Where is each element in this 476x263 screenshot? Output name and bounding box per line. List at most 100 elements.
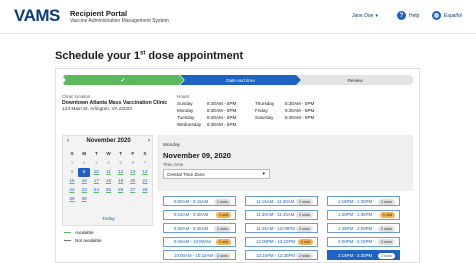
time-slot-label: 1:45PM - 2:00PM <box>338 225 373 231</box>
calendar-day[interactable]: 28 <box>139 186 151 195</box>
time-slot-button[interactable]: 9:30AM - 9:45AM 2 slots <box>163 223 236 233</box>
step-date-time: Date and time <box>180 75 301 85</box>
hours-row: Friday 8:30AM - 5PM <box>255 108 315 113</box>
time-slot-label: 9:15AM - 9:30AM <box>174 212 209 217</box>
calendar-header: ‹ November 2020 › <box>63 138 154 148</box>
time-slot-button[interactable]: 2:15PM - 2:30PM 2 slots <box>327 250 400 260</box>
calendar-day[interactable]: 12 <box>115 168 127 177</box>
legend-available: Available <box>64 230 94 235</box>
time-slot-label: 11:30AM - 11:45AM <box>256 212 295 217</box>
help-label: Help <box>409 12 420 19</box>
language-link[interactable]: ◍ Español <box>432 11 462 20</box>
chevron-down-icon: ▾ <box>375 13 378 19</box>
time-slot-button[interactable]: 12:15PM - 12:30PM 2 slots <box>245 250 318 260</box>
calendar-day[interactable]: 29 <box>66 195 78 204</box>
calendar-day[interactable]: 21 <box>139 177 151 186</box>
hours-row: Sunday 8:30AM - 5PM <box>177 101 237 106</box>
chevron-down-icon: ▾ <box>262 171 265 177</box>
time-slot-button[interactable]: 9:00AM - 9:15AM 2 slots <box>163 196 236 206</box>
calendar-day[interactable]: 10 <box>90 168 102 177</box>
checkmark-icon: ✓ <box>120 77 126 84</box>
time-slot-label: 9:45AM - 10:00AM <box>174 239 211 244</box>
date-calendar: ‹ November 2020 › S M T W T F S 1 2 3 4 5 6 7 8 9 10 11 12… <box>62 135 153 226</box>
user-menu[interactable]: Jane Doe ▾ <box>352 13 378 19</box>
selected-date-panel <box>157 135 413 191</box>
chevron-left-icon[interactable]: ‹ <box>67 138 69 144</box>
calendar-day[interactable]: 30 <box>78 195 90 204</box>
calendar-day[interactable]: 19 <box>115 177 127 186</box>
calendar-day[interactable]: 16 <box>78 177 90 186</box>
calendar-empty-cell <box>139 195 151 204</box>
calendar-day: 5 <box>119 160 122 165</box>
calendar-day[interactable]: 27 <box>127 186 139 195</box>
hours-row: Wednesday 8:30AM - 5PM <box>177 122 237 127</box>
selected-weekday: Monday <box>163 143 181 148</box>
weekday-header: S <box>143 151 147 156</box>
calendar-empty-cell <box>115 195 127 204</box>
timezone-select[interactable]: Central Time Zone ▾ <box>163 169 270 179</box>
calendar-grid: S M T W T F S 1 2 3 4 5 6 7 8 9 10 11 12 13 14 15 16 17 18 19 20 21… <box>66 150 151 204</box>
user-name: Jane Doe <box>352 13 374 19</box>
hours-row: Tuesday 8:30AM - 5PM <box>177 115 237 120</box>
time-slot-button[interactable]: 12:00PM - 12:15PM 1 slot <box>245 236 318 247</box>
calendar-day[interactable]: 18 <box>102 177 114 186</box>
time-slot-button[interactable]: 11:15AM - 11:30AM 2 slots <box>245 196 318 206</box>
calendar-day[interactable]: 14 <box>139 168 151 177</box>
time-slot-label: 11:45AM - 12:00PM <box>256 225 295 231</box>
page-title: Schedule your 1st dose appointment <box>55 50 244 62</box>
calendar-day[interactable]: 13 <box>127 168 139 177</box>
slot-count-badge: 2 slots <box>296 225 313 232</box>
slot-count-badge: 1 slot <box>297 239 313 245</box>
portal-subtitle: Vaccine Administration Management System <box>70 18 169 24</box>
calendar-day[interactable]: 25 <box>102 186 114 195</box>
time-slot-button[interactable]: 1:30PM - 1:45PM 1 slot <box>327 209 400 220</box>
calendar-day[interactable]: 11 <box>102 168 114 177</box>
time-slot-label: 10:00AM - 10:15AM <box>174 252 214 258</box>
calendar-day[interactable]: 20 <box>127 177 139 186</box>
today-button[interactable]: Today <box>63 217 154 222</box>
clinic-name: Downtown Atlanta Mass Vaccination Clinic <box>62 100 168 106</box>
chevron-right-icon[interactable]: › <box>148 138 150 144</box>
time-slot-label: 9:30AM - 9:45AM <box>174 225 209 231</box>
weekday-header: W <box>106 151 111 156</box>
calendar-day: 3 <box>95 160 98 165</box>
step-complete: ✓ <box>62 75 184 85</box>
vams-logo[interactable]: VAMS <box>14 6 60 26</box>
help-icon: ? <box>397 11 406 20</box>
weekday-header: M <box>82 151 87 156</box>
hours-row: Monday 8:30AM - 5PM <box>177 108 237 113</box>
weekday-header: T <box>119 151 123 156</box>
calendar-empty-cell <box>127 195 139 204</box>
clinic-address: 123 Main St, Arlington, VA 22022 <box>62 107 133 112</box>
time-slot-button[interactable]: 11:45AM - 12:00PM 2 slots <box>245 223 318 233</box>
time-slot-button[interactable]: 1:15PM - 1:30PM 2 slots <box>327 196 400 206</box>
slot-count-badge: 2 slots <box>378 252 395 259</box>
timezone-label: Time zone <box>163 162 184 167</box>
calendar-day: 7 <box>143 160 147 165</box>
slot-count-badge: 2 slots <box>214 252 231 259</box>
calendar-day: 1 <box>70 160 74 165</box>
time-slot-button[interactable]: 9:15AM - 9:30AM 1 slot <box>163 209 236 220</box>
hours-row: Saturday 8:30AM - 5PM <box>255 115 315 120</box>
calendar-day[interactable]: 24 <box>90 186 102 195</box>
time-slot-button[interactable]: 11:30AM - 11:45AM 2 slots <box>245 209 318 220</box>
time-slot-button[interactable]: 2:00PM - 2:15PM 2 slots <box>327 236 400 247</box>
time-slot-button[interactable]: 1:45PM - 2:00PM 2 slots <box>327 223 400 233</box>
weekday-header: T <box>94 151 98 156</box>
calendar-day[interactable]: 23 <box>78 186 90 195</box>
time-slot-button[interactable]: 9:45AM - 10:00AM 1 slot <box>163 236 236 247</box>
slot-count-badge: 1 slot <box>215 239 231 245</box>
calendar-day[interactable]: 9 <box>78 168 91 177</box>
slot-count-badge: 2 slots <box>214 198 231 205</box>
slot-count-badge: 1 slot <box>215 212 231 218</box>
calendar-day[interactable]: 22 <box>66 186 78 195</box>
calendar-day[interactable]: 15 <box>66 177 78 186</box>
help-link[interactable]: ? Help <box>397 11 419 20</box>
weekday-header: F <box>131 151 135 156</box>
time-slot-button[interactable]: 10:00AM - 10:15AM 2 slots <box>163 250 236 260</box>
calendar-day[interactable]: 26 <box>115 186 127 195</box>
step-review: Review <box>297 75 413 85</box>
slot-count-badge: 2 slots <box>296 198 313 205</box>
time-slot-label: 12:15PM - 12:30PM <box>256 252 296 258</box>
calendar-day[interactable]: 17 <box>90 177 102 186</box>
